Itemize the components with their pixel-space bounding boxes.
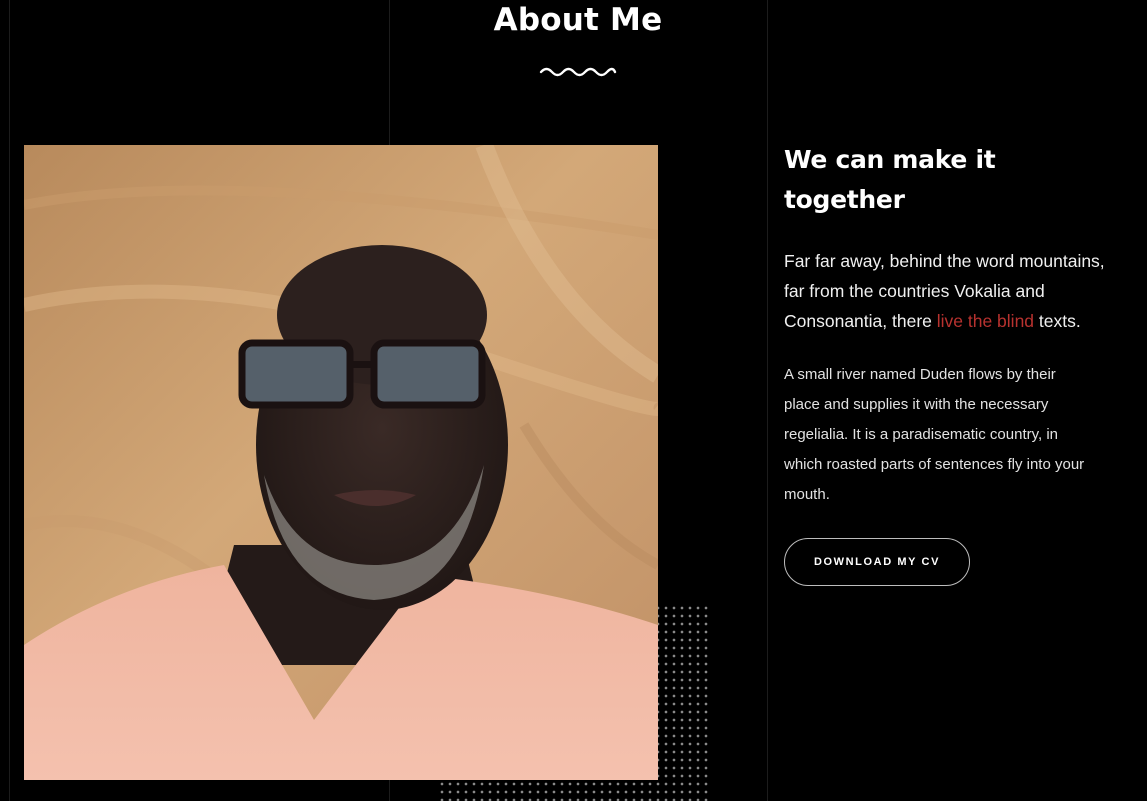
- column-divider: [9, 0, 10, 801]
- profile-photo: [24, 145, 658, 780]
- column-divider: [767, 0, 768, 801]
- section-heading: About Me: [389, 0, 767, 77]
- section-title: About Me: [493, 2, 663, 38]
- download-cv-button[interactable]: DOWNLOAD MY CV: [784, 538, 970, 586]
- wave-divider-icon: [539, 67, 617, 77]
- intro-heading: We can make it together: [784, 145, 996, 214]
- intro-lead-highlight: live the blind: [936, 311, 1035, 331]
- intro-paragraph: A small river named Duden flows by their…: [784, 366, 1085, 503]
- intro-lead-end: texts.: [1034, 311, 1081, 331]
- about-content: We can make it together Far far away, be…: [784, 140, 1114, 510]
- intro-lead: Far far away, behind the word mountains,…: [784, 246, 1114, 336]
